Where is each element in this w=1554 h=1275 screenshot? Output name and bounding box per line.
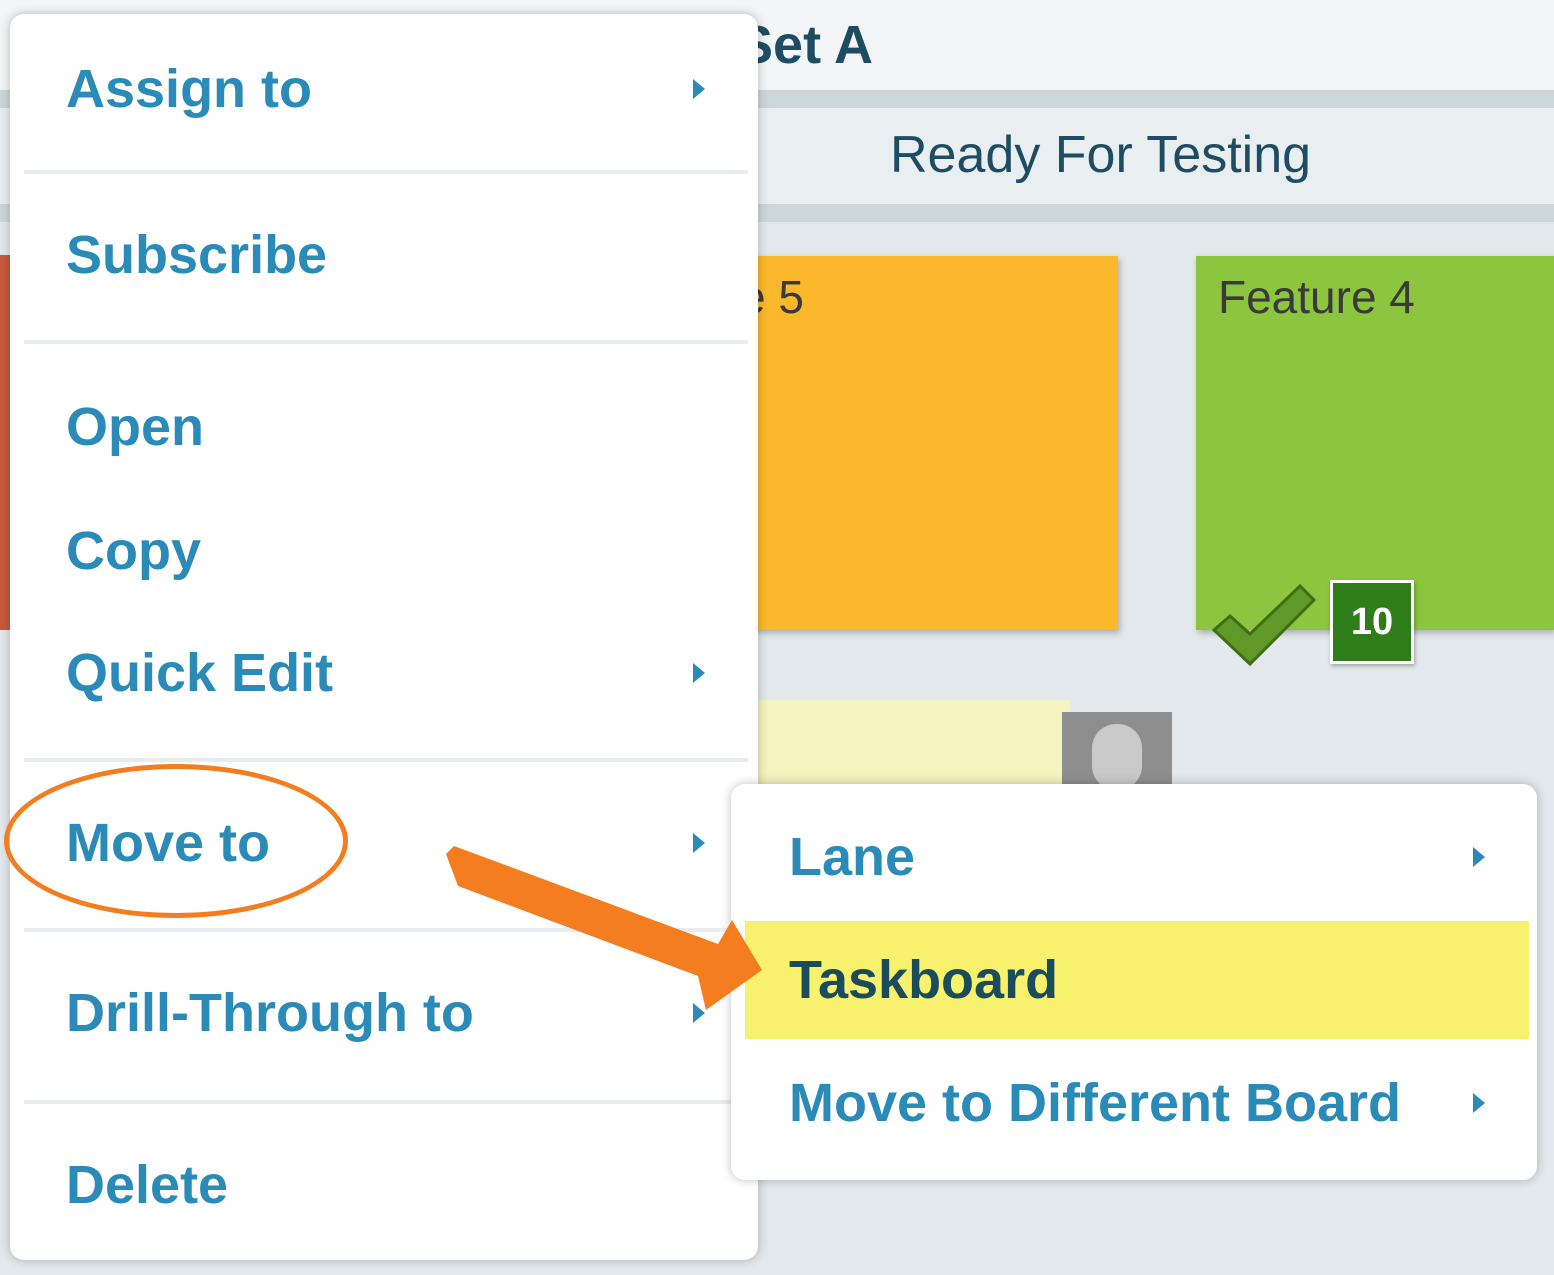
- menu-item-open[interactable]: Open: [10, 372, 758, 482]
- checkmark-icon: [1211, 583, 1317, 667]
- avatar-face: [1092, 724, 1142, 790]
- card-title: Feature 4: [1218, 271, 1415, 323]
- menu-item-quick-edit[interactable]: Quick Edit: [10, 618, 758, 728]
- submenu-arrow-icon: [693, 663, 705, 683]
- submenu-arrow-icon: [693, 79, 705, 99]
- column-header: Ready For Testing: [890, 126, 1312, 184]
- submenu-item-lane[interactable]: Lane: [745, 798, 1529, 916]
- menu-item-label: Assign to: [66, 59, 313, 119]
- menu-item-label: Subscribe: [66, 225, 328, 285]
- menu-divider: [24, 758, 748, 762]
- submenu-item-label: Move to Different Board: [789, 1073, 1402, 1133]
- annotation-arrow-icon: [446, 846, 762, 1010]
- context-menu: Assign to Subscribe Open Copy Quick Edit…: [10, 14, 758, 1260]
- menu-item-delete[interactable]: Delete: [10, 1130, 758, 1240]
- submenu-item-taskboard[interactable]: Taskboard: [745, 921, 1529, 1039]
- menu-divider: [24, 170, 748, 174]
- card-feature-5[interactable]: e 5: [700, 256, 1118, 630]
- card-feature-4[interactable]: Feature 4: [1196, 256, 1554, 630]
- submenu-arrow-icon: [1473, 1093, 1485, 1113]
- menu-item-label: Delete: [66, 1155, 229, 1215]
- menu-item-label: Open: [66, 397, 205, 457]
- menu-divider: [24, 340, 748, 344]
- menu-item-label: Copy: [66, 521, 201, 581]
- move-to-submenu: Lane Taskboard Move to Different Board: [731, 784, 1537, 1180]
- menu-item-label: Quick Edit: [66, 643, 334, 703]
- count-badge: 10: [1330, 580, 1414, 664]
- highlight-ellipse: [4, 764, 348, 918]
- menu-item-assign-to[interactable]: Assign to: [10, 34, 758, 144]
- menu-item-label: Drill-Through to: [66, 983, 474, 1043]
- submenu-item-move-to-different-board[interactable]: Move to Different Board: [745, 1044, 1529, 1162]
- submenu-arrow-icon: [1473, 847, 1485, 867]
- menu-item-subscribe[interactable]: Subscribe: [10, 200, 758, 310]
- submenu-item-label: Taskboard: [789, 950, 1059, 1010]
- menu-item-copy[interactable]: Copy: [10, 496, 758, 606]
- menu-divider: [24, 1100, 748, 1104]
- submenu-item-label: Lane: [789, 827, 916, 887]
